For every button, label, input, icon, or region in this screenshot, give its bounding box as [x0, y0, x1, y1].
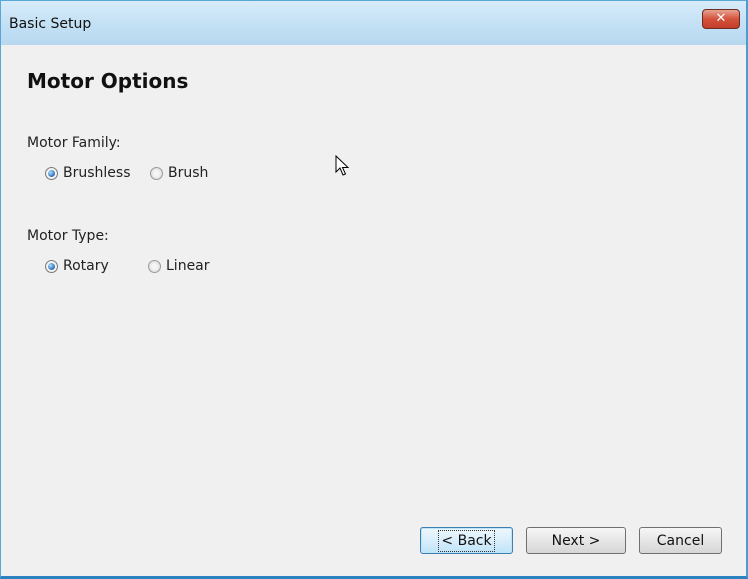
- radio-rotary-indicator[interactable]: [45, 259, 58, 273]
- back-button[interactable]: < Back: [420, 527, 513, 554]
- next-button[interactable]: Next >: [526, 527, 626, 554]
- radio-brushless-label: Brushless: [63, 165, 131, 181]
- motor-type-label: Motor Type:: [27, 228, 109, 244]
- motor-family-label: Motor Family:: [27, 135, 121, 151]
- page-title: Motor Options: [27, 69, 189, 93]
- content-area: Motor Options Motor Family: Brushless Br…: [1, 45, 746, 576]
- radio-linear-indicator[interactable]: [148, 259, 161, 273]
- radio-brushless-indicator[interactable]: [45, 166, 58, 180]
- close-icon: ✕: [715, 11, 727, 26]
- next-button-label: Next >: [551, 532, 601, 549]
- title-bar[interactable]: Basic Setup ✕: [1, 1, 746, 45]
- radio-rotary[interactable]: Rotary: [45, 258, 109, 274]
- radio-brushless[interactable]: Brushless: [45, 165, 131, 181]
- window-title: Basic Setup: [9, 16, 92, 32]
- radio-linear[interactable]: Linear: [148, 258, 210, 274]
- radio-brush-label: Brush: [168, 165, 209, 181]
- radio-brush-indicator[interactable]: [150, 166, 163, 180]
- basic-setup-window: Basic Setup ✕ Motor Options Motor Family…: [0, 0, 748, 579]
- radio-rotary-label: Rotary: [63, 258, 109, 274]
- radio-brush[interactable]: Brush: [150, 165, 208, 181]
- close-button[interactable]: ✕: [702, 9, 740, 29]
- radio-linear-label: Linear: [166, 258, 210, 274]
- mouse-pointer-icon: [335, 155, 349, 176]
- cancel-button-label: Cancel: [656, 532, 705, 549]
- cancel-button[interactable]: Cancel: [639, 527, 722, 554]
- back-button-label: < Back: [438, 529, 495, 552]
